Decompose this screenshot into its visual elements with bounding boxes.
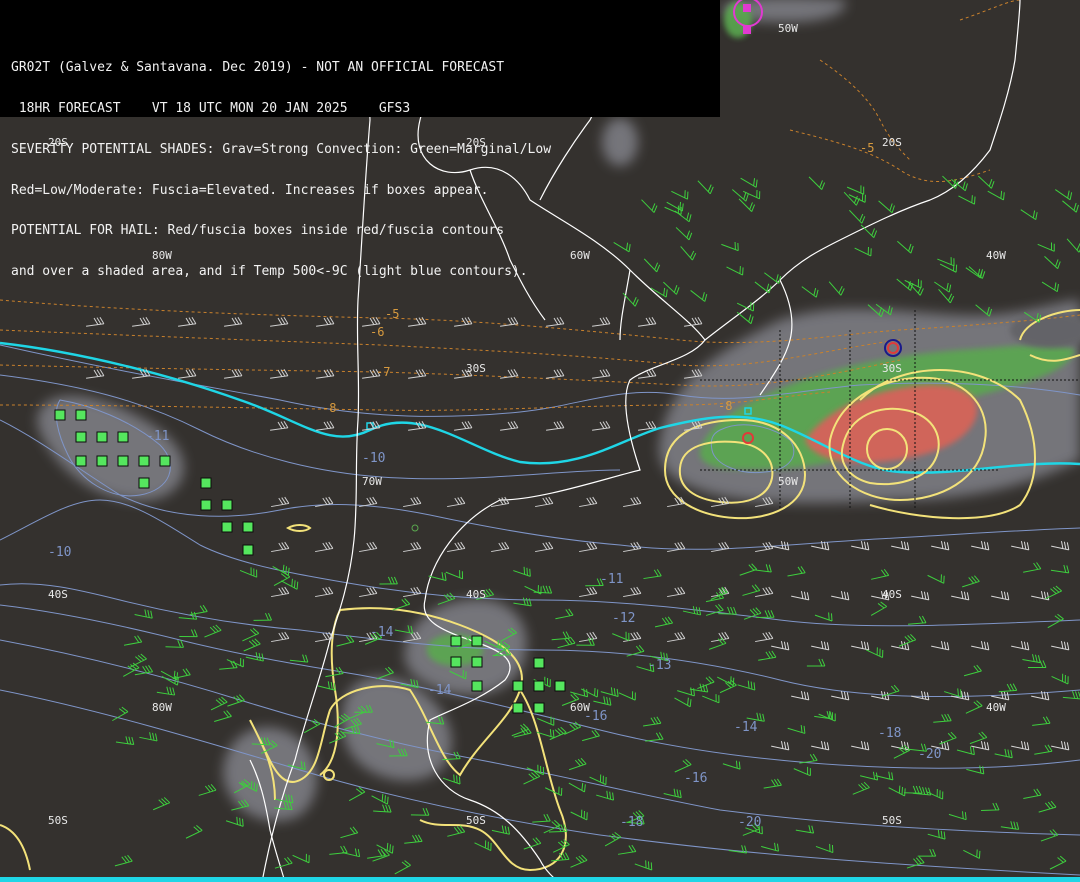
- header-legend-line1: SEVERITY POTENTIAL SHADES: Grav=Strong C…: [11, 142, 552, 157]
- hail-box-icon: [512, 680, 524, 692]
- hail-box-icon: [75, 409, 87, 421]
- header-legend-line2: Red=Low/Moderate: Fuscia=Elevated. Incre…: [11, 183, 489, 198]
- forecast-header: GR02T (Galvez & Santavana. Dec 2019) - N…: [0, 0, 720, 278]
- temp-label: -16: [584, 709, 607, 724]
- temp-label: -18: [620, 815, 643, 830]
- label-lat40-mid: 40S: [466, 588, 486, 601]
- label-lat50-left: 50S: [48, 814, 68, 827]
- temp-label: -12: [612, 611, 635, 626]
- temp-label: -20: [918, 747, 941, 762]
- label-lat30-mid: 30S: [466, 362, 486, 375]
- label-lon80-bot: 80W: [152, 701, 172, 714]
- hail-box-icon: [159, 455, 171, 467]
- header-title: GR02T (Galvez & Santavana. Dec 2019) - N…: [11, 61, 505, 75]
- temp-label: -16: [684, 771, 707, 786]
- hail-box-icon: [138, 477, 150, 489]
- hail-box-icon: [96, 431, 108, 443]
- hail-box-icon: [96, 455, 108, 467]
- label-lat50-mid: 50S: [466, 814, 486, 827]
- hail-box-icon: [533, 680, 545, 692]
- hail-box-icon: [242, 544, 254, 556]
- hail-box-icon: [512, 702, 524, 714]
- label-lon50-mid: 50W: [778, 475, 798, 488]
- hail-box-icon: [450, 635, 462, 647]
- thickness-label: -5: [860, 141, 874, 155]
- temp-label: -14: [734, 720, 758, 735]
- hail-box-icon: [471, 680, 483, 692]
- hail-box-icon: [242, 521, 254, 533]
- label-lon70-mid: 70W: [362, 475, 382, 488]
- thickness-label: -6: [370, 325, 384, 339]
- header-legend-line3: POTENTIAL FOR HAIL: Red/fuscia boxes ins…: [11, 224, 505, 238]
- hail-box-icon: [117, 431, 129, 443]
- label-lon40-bot: 40W: [986, 701, 1006, 714]
- hail-box-icon: [471, 656, 483, 668]
- temp-label: -11: [600, 572, 623, 587]
- hail-box-icon: [221, 499, 233, 511]
- label-lat20-right: 20S: [882, 136, 902, 149]
- temp-label: -10: [362, 451, 385, 466]
- header-forecast-time: 18HR FORECAST VT 18 UTC MON 20 JAN 2025 …: [11, 101, 411, 116]
- hail-box-icon: [450, 656, 462, 668]
- thickness-label: -5: [385, 307, 399, 321]
- label-lon40-top: 40W: [986, 249, 1006, 262]
- bottom-border: [0, 877, 1080, 882]
- temp-label: -14: [428, 683, 452, 698]
- label-lat40-left: 40S: [48, 588, 68, 601]
- label-lon50-top: 50W: [778, 22, 798, 35]
- thickness-label: -7: [376, 365, 390, 379]
- thickness-label: -8: [718, 399, 732, 413]
- hail-box-icon: [200, 499, 212, 511]
- temp-label: -13: [648, 658, 671, 673]
- temp-label: -20: [738, 815, 761, 830]
- hail-box-icon: [75, 431, 87, 443]
- label-lat50-right: 50S: [882, 814, 902, 827]
- hail-box-icon: [75, 455, 87, 467]
- hail-box-icon: [117, 455, 129, 467]
- hail-box-icon: [533, 702, 545, 714]
- hail-box-icon: [221, 521, 233, 533]
- hail-box-icon: [200, 477, 212, 489]
- label-lat30-right: 30S: [882, 362, 902, 375]
- temp-label: -10: [48, 545, 71, 560]
- thickness-label: -8: [322, 401, 336, 415]
- hail-box-icon: [54, 409, 66, 421]
- hail-box-icon: [533, 657, 545, 669]
- temp-label: -14: [370, 625, 394, 640]
- temp-label: -11: [146, 429, 169, 444]
- header-legend-line4: and over a shaded area, and if Temp 500<…: [11, 265, 528, 279]
- hail-box-icon: [471, 635, 483, 647]
- label-lat40-right: 40S: [882, 588, 902, 601]
- hail-box-icon: [554, 680, 566, 692]
- hail-box-icon: [138, 455, 150, 467]
- temp-label: -18: [878, 726, 901, 741]
